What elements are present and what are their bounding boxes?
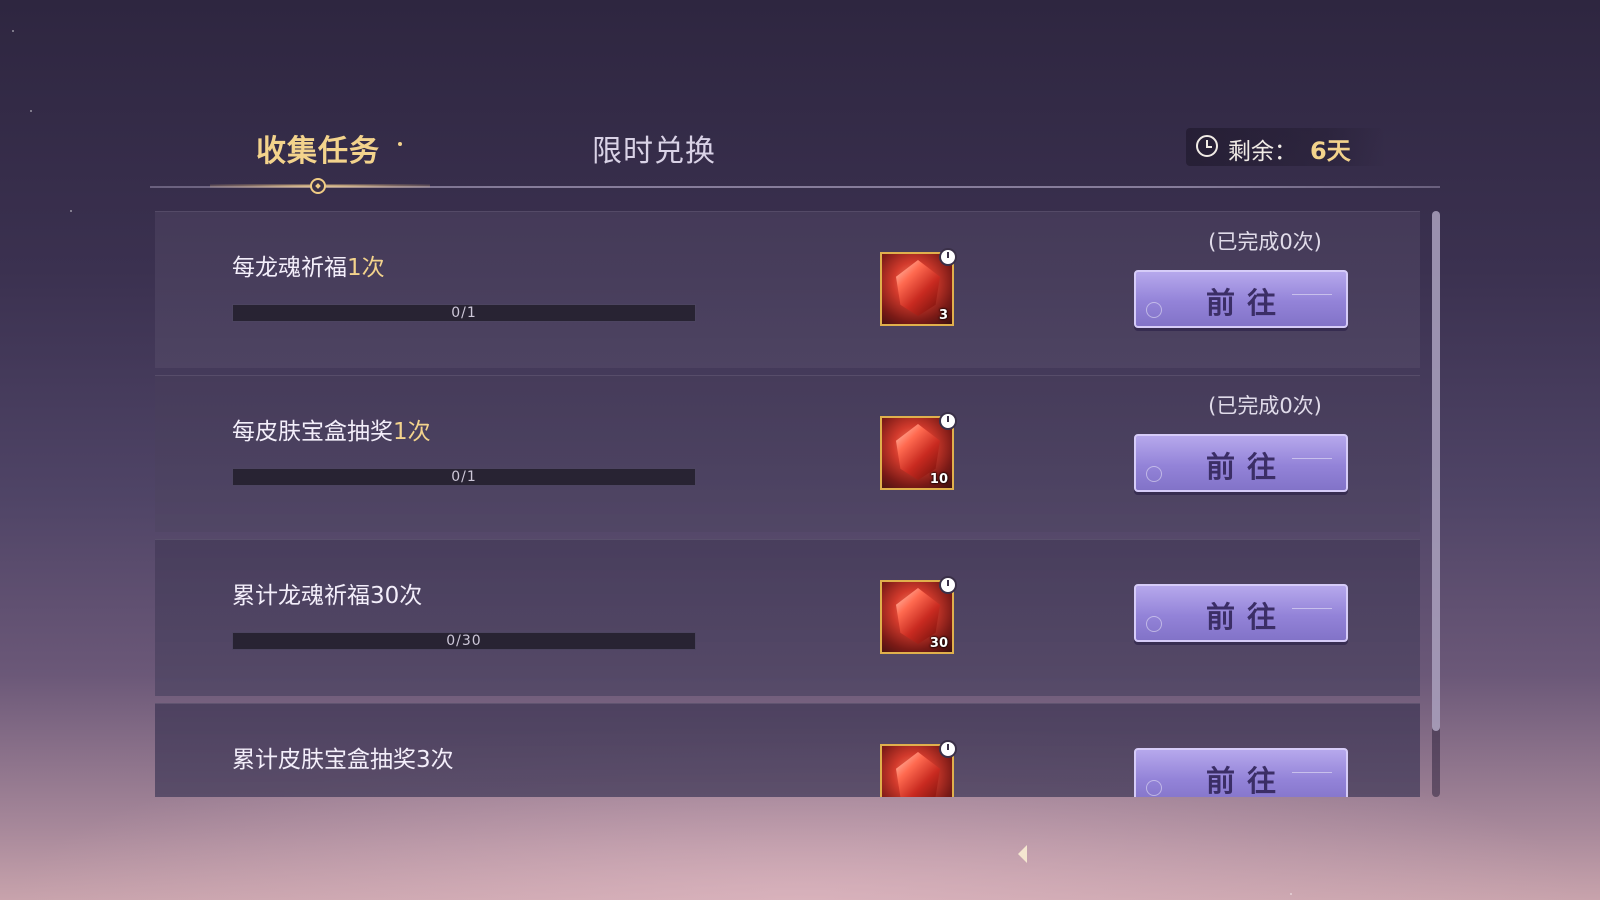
list-scrollbar[interactable] xyxy=(1432,211,1440,797)
tab-collect-tasks[interactable]: 收集任务 xyxy=(256,126,380,170)
task-title-text: 累计龙魂祈福30次 xyxy=(232,583,423,609)
go-button-label: 前往 xyxy=(1205,450,1288,484)
task-row: 每龙魂祈福1次 0/1 3 (已完成0次) 前往 xyxy=(155,211,1420,368)
go-button-label: 前往 xyxy=(1205,600,1288,634)
scrollbar-thumb[interactable] xyxy=(1432,211,1440,731)
limited-time-icon xyxy=(939,576,957,594)
red-crystal-icon xyxy=(896,752,940,797)
remaining-label: 剩余： xyxy=(1228,139,1297,165)
task-title: 每皮肤宝盒抽奖1次 xyxy=(232,412,431,446)
task-row: 每皮肤宝盒抽奖1次 0/1 10 (已完成0次) 前往 xyxy=(155,375,1420,532)
reward-count: 30 xyxy=(929,636,948,651)
task-title-count: 1次 xyxy=(347,255,385,281)
completed-count: (已完成0次) xyxy=(1208,230,1322,254)
task-title: 累计皮肤宝盒抽奖3次 xyxy=(232,740,454,774)
task-progress-bar: 0/1 xyxy=(232,468,696,486)
go-button[interactable]: 前往 xyxy=(1134,584,1348,642)
task-title-count: 1次 xyxy=(393,419,431,445)
reward-count: 3 xyxy=(938,308,948,323)
go-button[interactable]: 前往 xyxy=(1134,270,1348,328)
task-progress-text: 0/30 xyxy=(446,633,482,649)
task-progress-text: 0/1 xyxy=(451,305,477,321)
go-button[interactable]: 前往 xyxy=(1134,748,1348,797)
go-button-label: 前往 xyxy=(1205,286,1288,320)
arrow-left-icon xyxy=(1018,845,1027,863)
red-crystal-icon xyxy=(896,260,940,316)
remaining-value: 6天 xyxy=(1310,137,1351,165)
go-button[interactable]: 前往 xyxy=(1134,434,1348,492)
task-progress-text: 0/1 xyxy=(451,469,477,485)
task-title-text: 每皮肤宝盒抽奖 xyxy=(232,419,393,445)
tab-sparkle xyxy=(398,142,402,146)
reward-count: 10 xyxy=(929,472,948,487)
active-tab-marker-icon xyxy=(310,178,326,194)
task-list[interactable]: 每龙魂祈福1次 0/1 3 (已完成0次) 前往 每皮肤宝盒抽奖1次 0/1 1… xyxy=(155,211,1420,797)
task-title: 累计龙魂祈福30次 xyxy=(232,576,422,610)
task-progress-bar: 0/30 xyxy=(232,632,696,650)
task-title-text: 每龙魂祈福 xyxy=(232,255,347,281)
go-button-label: 前往 xyxy=(1205,764,1288,797)
clock-icon xyxy=(1196,135,1218,157)
task-row: 累计皮肤宝盒抽奖3次 前往 xyxy=(155,703,1420,797)
remaining-time: 剩余： 6天 xyxy=(1186,128,1386,166)
completed-count: (已完成0次) xyxy=(1208,394,1322,418)
task-title-text: 累计皮肤宝盒抽奖3次 xyxy=(232,747,454,773)
limited-time-icon xyxy=(939,740,957,758)
tab-limited-exchange[interactable]: 限时兑换 xyxy=(592,126,716,170)
task-progress-bar: 0/1 xyxy=(232,304,696,322)
task-title: 每龙魂祈福1次 xyxy=(232,248,385,282)
task-row: 累计龙魂祈福30次 0/30 30 前往 xyxy=(155,539,1420,696)
limited-time-icon xyxy=(939,412,957,430)
limited-time-icon xyxy=(939,248,957,266)
